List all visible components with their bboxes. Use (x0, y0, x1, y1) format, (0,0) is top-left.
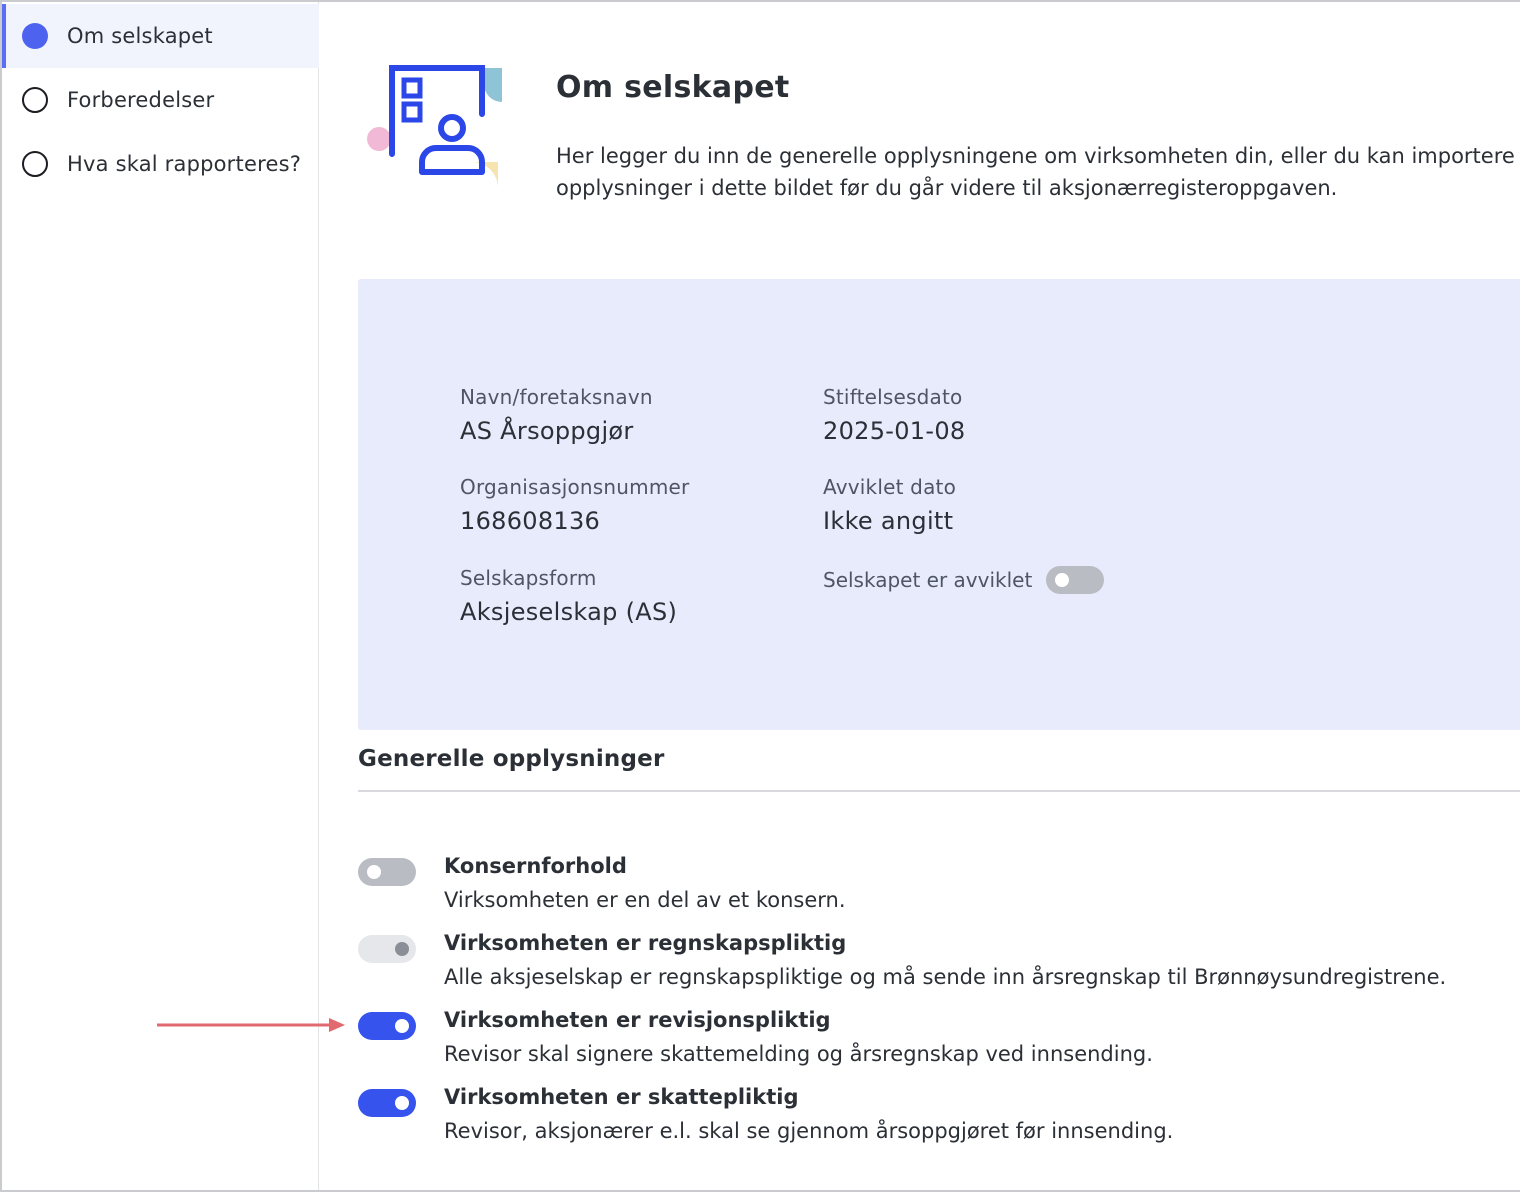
toggle-knob (1055, 573, 1070, 587)
dissolved-toggle[interactable] (1046, 566, 1105, 594)
sidebar-item-label: Om selskapet (67, 24, 213, 48)
revisjonspliktig-toggle[interactable] (358, 1012, 416, 1040)
dissolved-date-label: Avviklet dato (823, 475, 957, 499)
intro-line-1: Her legger du inn de generelle opplysnin… (556, 144, 1520, 168)
page-title: Om selskapet (556, 70, 790, 105)
sidebar-item-label: Forberedelser (67, 88, 215, 112)
org-number-value: 168608136 (460, 507, 601, 535)
sidebar-item-label: Hva skal rapporteres? (67, 152, 302, 176)
step-active-icon (22, 23, 48, 49)
toggle-knob (395, 1019, 409, 1033)
company-name-label: Navn/foretaksnavn (460, 385, 653, 409)
dissolved-toggle-row: Selskapet er avviklet (823, 566, 1105, 594)
dissolved-date-value: Ikke angitt (823, 507, 954, 535)
company-name-field: Navn/foretaksnavn AS Årsoppgjør (460, 385, 653, 445)
setting-description: Virksomheten er en del av et konsern. (444, 888, 846, 912)
setting-description: Revisor skal signere skattemelding og år… (444, 1042, 1153, 1066)
section-divider (358, 790, 1520, 792)
sidebar-item-hva-skal-rapporteres[interactable]: Hva skal rapporteres? (2, 132, 319, 196)
toggle-knob (395, 1096, 409, 1110)
dissolved-date-field: Avviklet dato Ikke angitt (823, 475, 956, 535)
sidebar-item-om-selskapet[interactable]: Om selskapet (2, 4, 319, 68)
section-title: Generelle opplysninger (358, 746, 665, 772)
sidebar: Om selskapet Forberedelser Hva skal rapp… (2, 2, 319, 1190)
intro-line-2: opplysninger i dette bildet før du går v… (556, 176, 1338, 200)
toggle-knob (395, 942, 409, 956)
company-name-value: AS Årsoppgjør (460, 417, 634, 445)
company-illustration-icon (367, 65, 502, 188)
company-form-field: Selskapsform Aksjeselskap (AS) (460, 566, 677, 626)
step-pending-icon (22, 87, 48, 113)
setting-title: Konsernforhold (444, 854, 627, 878)
company-form-value: Aksjeselskap (AS) (460, 598, 678, 626)
setting-title: Virksomheten er revisjonspliktig (444, 1008, 831, 1032)
page-intro: Her legger du inn de generelle opplysnin… (556, 140, 1520, 204)
setting-title: Virksomheten er regnskapspliktig (444, 931, 847, 955)
regnskapspliktig-toggle (358, 935, 416, 963)
setting-description: Revisor, aksjonærer e.l. skal se gjennom… (444, 1119, 1174, 1143)
dissolved-toggle-label: Selskapet er avviklet (823, 568, 1033, 592)
org-number-field: Organisasjonsnummer 168608136 (460, 475, 689, 535)
skattepliktig-toggle[interactable] (358, 1089, 416, 1117)
annotation-arrow-icon (157, 1018, 345, 1032)
konsernforhold-toggle[interactable] (358, 858, 416, 886)
founded-date-label: Stiftelsesdato (823, 385, 963, 409)
toggle-knob (367, 865, 381, 879)
org-number-label: Organisasjonsnummer (460, 475, 690, 499)
founded-date-value: 2025-01-08 (823, 417, 966, 445)
step-pending-icon (22, 151, 48, 177)
sidebar-item-forberedelser[interactable]: Forberedelser (2, 68, 319, 132)
setting-title: Virksomheten er skattepliktig (444, 1085, 799, 1109)
setting-description: Alle aksjeselskap er regnskapspliktige o… (444, 965, 1447, 989)
founded-date-field: Stiftelsesdato 2025-01-08 (823, 385, 965, 445)
company-form-label: Selskapsform (460, 566, 597, 590)
